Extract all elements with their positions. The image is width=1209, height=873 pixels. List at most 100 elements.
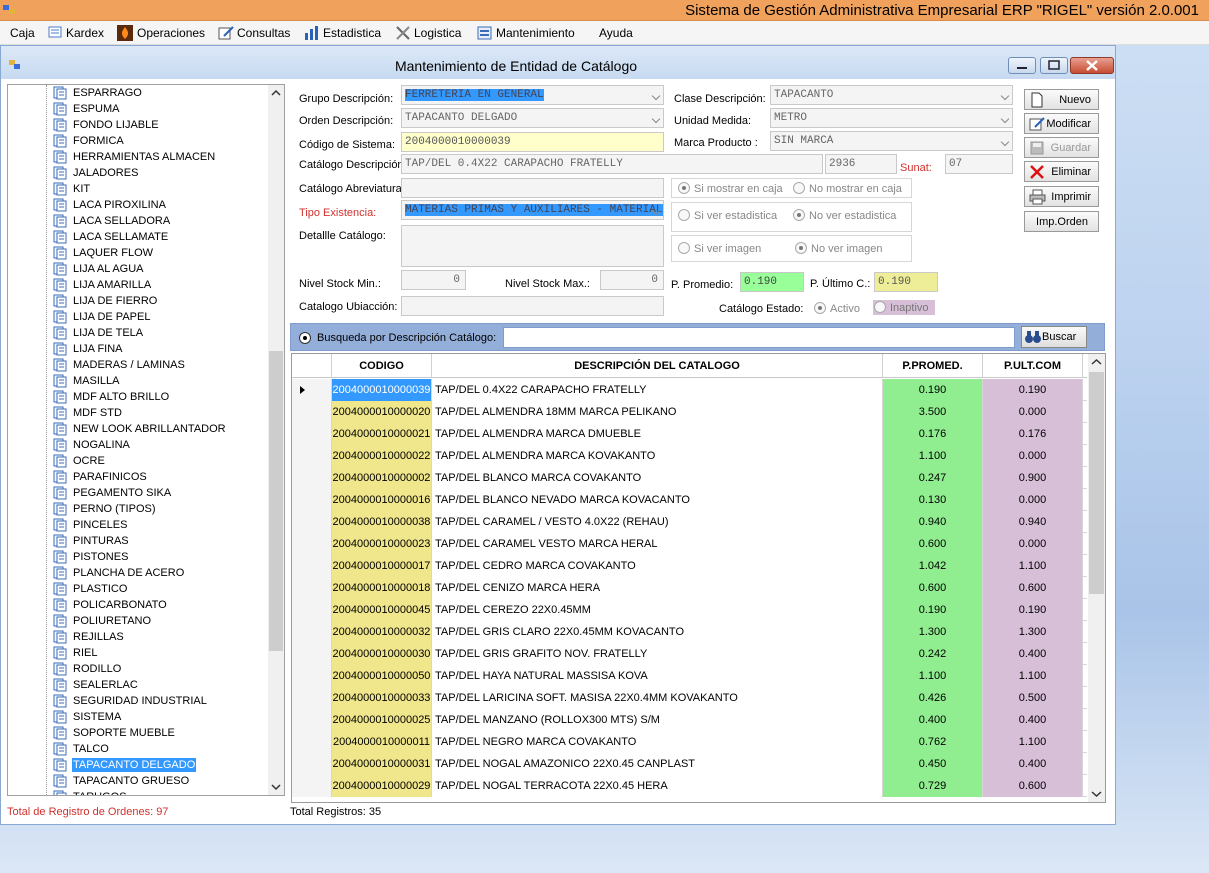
tree-item[interactable]: PLANCHA DE ACERO: [52, 565, 272, 581]
tree-item[interactable]: OCRE: [52, 453, 272, 469]
grid-cell[interactable]: 0.130: [883, 489, 983, 511]
grid-cell[interactable]: 0.190: [983, 379, 1083, 401]
grid-cell[interactable]: 0.000: [983, 533, 1083, 555]
ppromedio-field[interactable]: 0.190: [740, 272, 804, 292]
row-selector[interactable]: [292, 533, 332, 555]
grid-cell[interactable]: 0.400: [983, 709, 1083, 731]
sunat-field[interactable]: 07: [945, 154, 1013, 174]
grid-scrollbar[interactable]: [1088, 354, 1105, 802]
tree-item[interactable]: PARAFINICOS: [52, 469, 272, 485]
grid-cell[interactable]: 0.500: [983, 687, 1083, 709]
tree-item[interactable]: SISTEMA: [52, 709, 272, 725]
radio-img-no[interactable]: No ver imagen: [795, 242, 883, 255]
detalle-field[interactable]: [401, 225, 664, 267]
col-pultcom[interactable]: P.ULT.COM: [983, 354, 1083, 378]
grid-cell[interactable]: 2004000010000016: [332, 489, 432, 511]
grid-cell[interactable]: 2004000010000038: [332, 511, 432, 533]
row-selector[interactable]: [292, 511, 332, 533]
tree-item[interactable]: POLIURETANO: [52, 613, 272, 629]
grid-row[interactable]: 2004000010000033 TAP/DEL LARICINA SOFT. M…: [292, 687, 1087, 709]
tree-item[interactable]: LACA SELLAMATE: [52, 229, 272, 245]
grid-cell[interactable]: 2004000010000020: [332, 401, 432, 423]
tree-item[interactable]: PINCELES: [52, 517, 272, 533]
grupo-combo[interactable]: FERRETERIA EN GENERAL: [401, 85, 664, 105]
catalog-grid[interactable]: CODIGO DESCRIPCIÓN DEL CATALOGO P.PROMED…: [291, 353, 1106, 803]
tree-item[interactable]: ESPARRAGO: [52, 85, 272, 101]
grid-cell[interactable]: TAP/DEL BLANCO NEVADO MARCA KOVACANTO: [432, 489, 883, 511]
row-selector[interactable]: [292, 621, 332, 643]
tree-item[interactable]: ESPUMA: [52, 101, 272, 117]
grid-cell[interactable]: 2004000010000029: [332, 775, 432, 797]
tree-item[interactable]: MADERAS / LAMINAS: [52, 357, 272, 373]
grid-row[interactable]: 2004000010000017 TAP/DEL CEDRO MARCA COVA…: [292, 555, 1087, 577]
grid-row[interactable]: 2004000010000021 TAP/DEL ALMENDRA MARCA D…: [292, 423, 1087, 445]
grid-cell[interactable]: 2004000010000031: [332, 753, 432, 775]
grid-cell[interactable]: 1.042: [883, 555, 983, 577]
grid-cell[interactable]: 2004000010000039: [332, 379, 432, 401]
tree-item[interactable]: PEGAMENTO SIKA: [52, 485, 272, 501]
tree-item[interactable]: POLICARBONATO: [52, 597, 272, 613]
radio-est-no[interactable]: No ver estadistica: [793, 209, 896, 222]
grid-cell[interactable]: 2004000010000022: [332, 445, 432, 467]
codigo-field[interactable]: 2004000010000039: [401, 132, 664, 152]
row-selector[interactable]: [292, 709, 332, 731]
row-selector[interactable]: [292, 379, 332, 401]
grid-row[interactable]: 2004000010000011 TAP/DEL NEGRO MARCA COVA…: [292, 731, 1087, 753]
search-input[interactable]: [503, 327, 1015, 348]
grid-row[interactable]: 2004000010000032 TAP/DEL GRIS CLARO 22X0.…: [292, 621, 1087, 643]
grid-row[interactable]: 2004000010000050 TAP/DEL HAYA NATURAL MAS…: [292, 665, 1087, 687]
grid-cell[interactable]: 0.176: [883, 423, 983, 445]
grid-cell[interactable]: TAP/DEL ALMENDRA MARCA DMUEBLE: [432, 423, 883, 445]
grid-cell[interactable]: 0.600: [983, 577, 1083, 599]
radio-caja-no[interactable]: No mostrar en caja: [793, 182, 902, 195]
grid-row[interactable]: 2004000010000016 TAP/DEL BLANCO NEVADO MA…: [292, 489, 1087, 511]
row-selector[interactable]: [292, 687, 332, 709]
tree-item[interactable]: PERNO (TIPOS): [52, 501, 272, 517]
row-selector[interactable]: [292, 467, 332, 489]
row-selector[interactable]: [292, 643, 332, 665]
grid-cell[interactable]: 0.176: [983, 423, 1083, 445]
grid-cell[interactable]: 0.400: [983, 643, 1083, 665]
minimize-button[interactable]: [1008, 57, 1036, 74]
tree-item[interactable]: LAQUER FLOW: [52, 245, 272, 261]
stockmax-field[interactable]: 0: [600, 270, 664, 290]
tree-item[interactable]: LIJA FINA: [52, 341, 272, 357]
grid-row[interactable]: 2004000010000030 TAP/DEL GRIS GRAFITO NOV…: [292, 643, 1087, 665]
tree-item[interactable]: TAPACANTO DELGADO: [52, 757, 272, 773]
grid-scroll-up-icon[interactable]: [1088, 354, 1105, 371]
grid-cell[interactable]: 3.500: [883, 401, 983, 423]
grid-cell[interactable]: 2004000010000025: [332, 709, 432, 731]
grid-cell[interactable]: TAP/DEL NOGAL AMAZONICO 22X0.45 CANPLAST: [432, 753, 883, 775]
pultimo-field[interactable]: 0.190: [874, 272, 938, 292]
tree-item[interactable]: LACA PIROXILINA: [52, 197, 272, 213]
maximize-button[interactable]: [1040, 57, 1068, 74]
orden-combo[interactable]: TAPACANTO DELGADO: [401, 108, 664, 128]
grid-cell[interactable]: 1.100: [983, 731, 1083, 753]
grid-cell[interactable]: 1.100: [883, 445, 983, 467]
grid-cell[interactable]: 2004000010000017: [332, 555, 432, 577]
tree-item[interactable]: MDF STD: [52, 405, 272, 421]
grid-row[interactable]: 2004000010000020 TAP/DEL ALMENDRA 18MM MA…: [292, 401, 1087, 423]
tree-item[interactable]: PINTURAS: [52, 533, 272, 549]
grid-cell[interactable]: TAP/DEL GRIS CLARO 22X0.45MM KOVACANTO: [432, 621, 883, 643]
tree-item[interactable]: LIJA AL AGUA: [52, 261, 272, 277]
grid-cell[interactable]: 0.600: [883, 577, 983, 599]
imprimir-button[interactable]: Imprimir: [1024, 186, 1099, 207]
tree-item[interactable]: KIT: [52, 181, 272, 197]
radio-img-si[interactable]: Si ver imagen: [678, 242, 761, 255]
tree-item[interactable]: LIJA AMARILLA: [52, 277, 272, 293]
grid-cell[interactable]: 2004000010000050: [332, 665, 432, 687]
menu-estadistica[interactable]: Estadistica: [304, 21, 382, 45]
col-ppromed[interactable]: P.PROMED.: [883, 354, 983, 378]
grid-cell[interactable]: 0.247: [883, 467, 983, 489]
grid-cell[interactable]: 0.940: [883, 511, 983, 533]
row-selector[interactable]: [292, 555, 332, 577]
tree-item[interactable]: LIJA DE TELA: [52, 325, 272, 341]
radio-estado-inactivo[interactable]: Inaptivo: [873, 300, 935, 315]
grid-row[interactable]: 2004000010000045 TAP/DEL CEREZO 22X0.45MM…: [292, 599, 1087, 621]
grid-cell[interactable]: 0.190: [883, 379, 983, 401]
grid-row[interactable]: 2004000010000023 TAP/DEL CARAMEL VESTO MA…: [292, 533, 1087, 555]
tree-item[interactable]: LIJA DE FIERRO: [52, 293, 272, 309]
grid-cell[interactable]: TAP/DEL ALMENDRA 18MM MARCA PELIKANO: [432, 401, 883, 423]
grid-cell[interactable]: 0.426: [883, 687, 983, 709]
